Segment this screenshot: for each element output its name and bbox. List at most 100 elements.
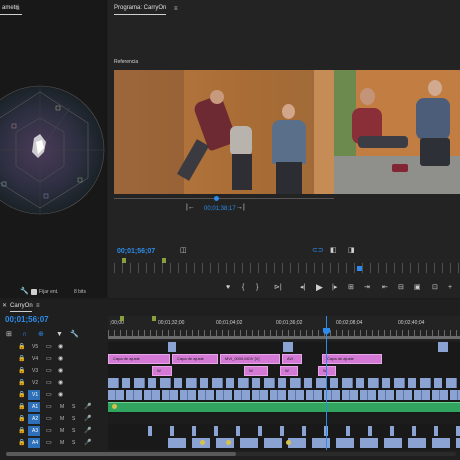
lock-icon[interactable]: 🔒 [18,427,25,435]
mic-icon[interactable]: 🎤 [84,403,91,411]
dual-view-icon[interactable]: ◫ [180,247,187,255]
mic-icon[interactable]: 🎤 [84,427,91,435]
program-timecode[interactable]: 00;01;56;07 [117,248,155,255]
work-area-bar[interactable] [108,336,460,339]
go-to-out-icon[interactable]: ⊞ [348,284,354,292]
mic-icon[interactable]: 🎤 [84,415,91,423]
marker-icon[interactable]: ♥ [226,284,230,292]
program-playhead[interactable] [357,266,362,271]
adjustment-clip[interactable]: W [244,366,268,376]
lock-icon[interactable]: 🔒 [18,355,25,363]
step-forward-icon[interactable]: |▸ [332,284,337,292]
program-ruler[interactable] [114,263,460,273]
adjustment-clip[interactable]: Capa de ajuste [172,354,218,364]
extract-icon[interactable]: ⇤ [382,284,388,292]
close-icon[interactable]: ✕ [2,302,7,310]
reference-playhead[interactable] [214,196,219,201]
camera-icon[interactable]: ▣ [414,284,421,292]
timeline-playhead-line[interactable] [326,316,327,450]
sync-icon[interactable]: ▭ [46,439,52,447]
clip[interactable] [168,342,176,352]
scrollbar-thumb[interactable] [6,452,236,456]
sync-icon[interactable]: ▭ [46,427,52,435]
timeline-scrollbar[interactable] [6,452,456,456]
eye-icon[interactable]: ◉ [58,367,63,375]
lock-icon[interactable]: 🔒 [18,439,25,447]
timeline-settings-icon[interactable]: 🔧 [70,331,79,339]
mute-button[interactable]: M [60,404,64,410]
lift-icon[interactable]: ⇥ [364,284,370,292]
nest-icon[interactable]: ⊞ [6,331,12,339]
timeline-ruler[interactable]: ;00;00 00;01;32;00 00;01;04;02 00;01;36;… [108,316,460,340]
audio-track-a2[interactable] [108,414,460,424]
sync-icon[interactable]: ▭ [46,367,52,375]
audio-clip-a1[interactable] [108,402,460,412]
wrench-icon[interactable]: 🔧 [20,288,29,296]
timeline-timecode[interactable]: 00;01;56;07 [5,315,49,324]
sync-icon[interactable]: ▭ [46,391,52,399]
adjustment-clip[interactable]: W [152,366,172,376]
reference-timecode[interactable]: 00;01;38;17 [204,206,236,212]
sync-icon[interactable]: ▭ [46,343,52,351]
adjustment-clip[interactable]: AVI [282,354,302,364]
video-clips-v2[interactable] [108,378,460,388]
lock-icon[interactable]: 🔒 [18,415,25,423]
linked-selection-icon[interactable]: ⊕ [38,331,44,339]
step-back-icon[interactable]: |← [186,204,195,212]
sync-icon[interactable]: ▭ [46,355,52,363]
comparison-icon[interactable]: ⊡ [432,284,438,292]
solo-button[interactable]: S [72,416,75,422]
compare-view-icon[interactable]: ⊂⊃ [312,247,324,255]
solo-button[interactable]: S [72,404,75,410]
play-icon[interactable]: ▶ [316,283,323,292]
panel-menu-icon[interactable]: ≡ [174,5,178,13]
mark-out-icon[interactable]: } [256,284,258,292]
audio-clips-a4[interactable] [168,438,460,448]
mic-icon[interactable]: 🎤 [84,439,91,447]
lock-icon[interactable]: 🔒 [18,367,25,375]
go-to-in-icon[interactable]: ⊳| [274,284,282,292]
lock-icon[interactable]: 🔒 [18,403,25,411]
adjustment-clip[interactable]: Capa de ajuste [322,354,382,364]
clip[interactable] [283,342,293,352]
adjustment-clip[interactable]: MVI_0000.MOV [V] [220,354,280,364]
adjustment-clip[interactable]: W [318,366,336,376]
eye-icon[interactable]: ◉ [58,355,63,363]
step-back-icon[interactable]: ◂| [300,284,305,292]
split-view-icon[interactable]: ◨ [348,247,355,255]
eye-icon[interactable]: ◉ [58,379,63,387]
lock-icon[interactable]: 🔒 [18,343,25,351]
settings-icon[interactable]: + [448,284,452,292]
solo-button[interactable]: S [72,440,75,446]
fijar-checkbox[interactable] [31,289,37,295]
mute-button[interactable]: M [60,416,64,422]
reference-scrubber[interactable] [114,198,334,199]
step-forward-icon[interactable]: →| [236,204,245,212]
bits-select[interactable]: 8 bits [74,289,86,295]
panel-menu-icon[interactable]: ≡ [36,302,40,310]
panel-menu-icon[interactable]: ≡ [16,5,20,13]
snap-icon[interactable]: ∩ [22,331,27,339]
adjustment-clip[interactable]: W [280,366,298,376]
sync-icon[interactable]: ▭ [46,403,52,411]
tab-program[interactable]: Programa: CarryOn [114,5,166,11]
mark-in-icon[interactable]: { [242,284,244,292]
tab-timeline[interactable]: CarryOn [10,303,33,309]
audio-clips-a3[interactable] [148,426,460,436]
eye-icon[interactable]: ◉ [58,391,63,399]
mute-button[interactable]: M [60,428,64,434]
track-area[interactable]: Capa de ajuste Capa de ajuste MVI_0000.M… [108,316,460,450]
side-by-side-icon[interactable]: ◧ [330,247,337,255]
sync-icon[interactable]: ▭ [46,415,52,423]
clip[interactable] [438,342,448,352]
eye-icon[interactable]: ◉ [58,343,63,351]
lock-icon[interactable]: 🔒 [18,391,25,399]
adjustment-clip[interactable]: Capa de ajuste [108,354,170,364]
export-frame-icon[interactable]: ⊟ [398,284,404,292]
solo-button[interactable]: S [72,428,75,434]
lock-icon[interactable]: 🔒 [18,379,25,387]
video-clips-v1[interactable] [108,390,460,400]
add-marker-icon[interactable]: ▼ [56,331,63,339]
sync-icon[interactable]: ▭ [46,379,52,387]
mute-button[interactable]: M [60,440,64,446]
